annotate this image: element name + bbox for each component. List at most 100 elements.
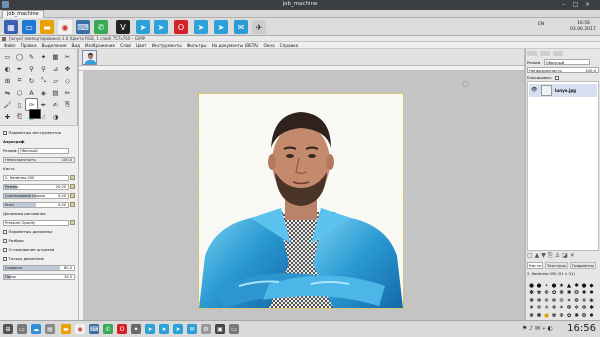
gimp-taskbar-icon[interactable]: ✦ bbox=[131, 324, 141, 334]
brush-44[interactable]: ❂ bbox=[581, 312, 588, 319]
cloud-icon[interactable]: ☁ bbox=[31, 324, 41, 334]
brush-22[interactable]: ✼ bbox=[551, 297, 558, 304]
phone-icon[interactable]: ✆ bbox=[94, 20, 108, 34]
channels-tab-icon[interactable] bbox=[540, 51, 551, 56]
brush-14[interactable]: ❋ bbox=[558, 290, 565, 297]
scale-icon[interactable]: ⤡ bbox=[38, 75, 49, 86]
foreground-color[interactable] bbox=[29, 109, 41, 119]
text-icon[interactable]: A bbox=[26, 87, 37, 98]
shear-icon[interactable]: ▱ bbox=[50, 75, 61, 86]
jitter-checkbox[interactable] bbox=[3, 239, 7, 243]
brush-18[interactable]: ✹ bbox=[588, 290, 595, 297]
angle-slider[interactable]: Угол 0,00 bbox=[3, 201, 69, 208]
menu-file[interactable]: Файл bbox=[4, 43, 16, 48]
menu-help[interactable]: Справка bbox=[280, 43, 298, 48]
perspective-clone-icon[interactable]: ⎗ bbox=[14, 111, 25, 122]
brush-16[interactable]: ❂ bbox=[573, 290, 580, 297]
menu-layer[interactable]: Слой bbox=[120, 43, 131, 48]
phone-taskbar-icon[interactable]: ✆ bbox=[103, 324, 113, 334]
brush-35[interactable]: ❇ bbox=[581, 305, 588, 312]
brush-3[interactable]: • bbox=[543, 282, 550, 289]
brush-4[interactable]: ● bbox=[551, 282, 558, 289]
brush-41[interactable]: ❉ bbox=[558, 312, 565, 319]
smooth-checkbox[interactable] bbox=[3, 248, 7, 252]
maximize-icon[interactable]: □ bbox=[572, 1, 579, 8]
menu-filters[interactable]: Фильтры bbox=[187, 43, 207, 48]
blend-icon[interactable]: ▤ bbox=[50, 87, 61, 98]
terminal-icon[interactable]: ⌨ bbox=[76, 20, 90, 34]
menu-tools[interactable]: Инструменты bbox=[152, 43, 182, 48]
aspect-slider[interactable]: Соотношение сторон 0,00 bbox=[3, 192, 69, 199]
eye-icon[interactable]: 👁 bbox=[531, 87, 537, 93]
measure-icon[interactable]: ⊿ bbox=[50, 63, 61, 74]
paintbrush-icon[interactable]: 🖌 bbox=[2, 99, 13, 110]
brush-select[interactable]: 2. Hardness 050 bbox=[3, 174, 69, 181]
brush-39[interactable]: ● bbox=[543, 312, 550, 319]
gradients-tab[interactable]: Градиенты bbox=[569, 262, 597, 269]
brush-17[interactable]: ✸ bbox=[581, 290, 588, 297]
brush-2[interactable]: ● bbox=[536, 282, 543, 289]
free-select-icon[interactable]: ✎ bbox=[26, 51, 37, 62]
telegram-taskbar-icon-2[interactable]: ➤ bbox=[159, 324, 169, 334]
dyn-params-row[interactable]: Параметры динамики bbox=[3, 227, 75, 236]
mail-taskbar-icon[interactable]: ✉ bbox=[187, 324, 197, 334]
move-icon[interactable]: ✥ bbox=[62, 63, 73, 74]
brush-38[interactable]: ✽ bbox=[536, 312, 543, 319]
perspective-icon[interactable]: ◇ bbox=[62, 75, 73, 86]
telegram-icon[interactable]: ➤ bbox=[136, 20, 150, 34]
monitor-taskbar-icon[interactable]: ▣ bbox=[215, 324, 225, 334]
menu-select[interactable]: Выделение bbox=[42, 43, 67, 48]
folder-icon[interactable]: ▬ bbox=[61, 324, 71, 334]
size-reset-button[interactable] bbox=[70, 184, 75, 189]
brush-30[interactable]: ✳ bbox=[543, 305, 550, 312]
minimize-icon[interactable]: – bbox=[560, 1, 567, 8]
photo-layer[interactable] bbox=[198, 93, 404, 309]
layer-opacity-slider[interactable]: Непрозрачность 100,0 bbox=[527, 67, 599, 73]
settings-taskbar-icon[interactable]: ⚙ bbox=[201, 324, 211, 334]
pencil-icon[interactable]: ✏ bbox=[62, 87, 73, 98]
brush-20[interactable]: ✻ bbox=[536, 297, 543, 304]
clone-icon[interactable]: ⎘ bbox=[62, 99, 73, 110]
foreground-select-icon[interactable]: ◐ bbox=[2, 63, 13, 74]
lower-layer-icon[interactable]: ▼ bbox=[541, 252, 548, 259]
menu-edit[interactable]: Правка bbox=[21, 43, 37, 48]
brush-21[interactable]: ❈ bbox=[543, 297, 550, 304]
brush-43[interactable]: ✺ bbox=[573, 312, 580, 319]
rotate-icon[interactable]: ↻ bbox=[26, 75, 37, 86]
menu-launcher-icon[interactable]: ▦ bbox=[4, 20, 18, 34]
menu-windows[interactable]: Окна bbox=[264, 43, 275, 48]
close-icon[interactable]: × bbox=[584, 1, 591, 8]
layer-mode-select[interactable]: Обычный bbox=[543, 59, 590, 65]
brush-28[interactable]: ✷ bbox=[528, 305, 535, 312]
brush-12[interactable]: ❉ bbox=[543, 290, 550, 297]
brush-33[interactable]: ❆ bbox=[566, 305, 573, 312]
brush-8[interactable]: ● bbox=[581, 282, 588, 289]
crop-icon[interactable]: ⌗ bbox=[14, 75, 25, 86]
menu-view[interactable]: Вид bbox=[71, 43, 80, 48]
brush-42[interactable]: ✿ bbox=[566, 312, 573, 319]
menu-documents[interactable]: На документы (BETA) bbox=[212, 43, 259, 48]
brush-6[interactable]: ▲ bbox=[566, 282, 573, 289]
brush-26[interactable]: ✵ bbox=[581, 297, 588, 304]
telegram-icon-4[interactable]: ➤ bbox=[214, 20, 228, 34]
start-menu-icon[interactable]: ⊞ bbox=[3, 324, 13, 334]
bucket-fill-icon[interactable]: ◈ bbox=[38, 87, 49, 98]
brush-27[interactable]: ❀ bbox=[588, 297, 595, 304]
opacity-slider[interactable]: Непрозрачность 100,0 bbox=[3, 156, 75, 163]
brush-45[interactable]: ✸ bbox=[588, 312, 595, 319]
heal-icon[interactable]: ✚ bbox=[2, 111, 13, 122]
telegram-icon-3[interactable]: ➤ bbox=[194, 20, 208, 34]
dynamics-select[interactable]: Pressure Opacity bbox=[3, 219, 69, 226]
menu-image[interactable]: Изображение bbox=[85, 43, 115, 48]
brush-9[interactable]: ◆ bbox=[588, 282, 595, 289]
chrome-taskbar-icon[interactable]: ◉ bbox=[75, 324, 85, 334]
chrome-icon[interactable]: ◉ bbox=[58, 20, 72, 34]
rect-select-icon[interactable]: ▭ bbox=[2, 51, 13, 62]
brush-32[interactable]: ✴ bbox=[558, 305, 565, 312]
taskbar-clock[interactable]: 16:56 bbox=[567, 323, 596, 334]
patterns-tab[interactable]: Текстуры bbox=[544, 262, 568, 269]
mask-icon[interactable]: ◪ bbox=[562, 252, 570, 259]
zoom-icon[interactable]: ⚲ bbox=[38, 63, 49, 74]
files-icon[interactable]: ▬ bbox=[40, 20, 54, 34]
mode-select[interactable]: Обычный bbox=[18, 147, 69, 154]
